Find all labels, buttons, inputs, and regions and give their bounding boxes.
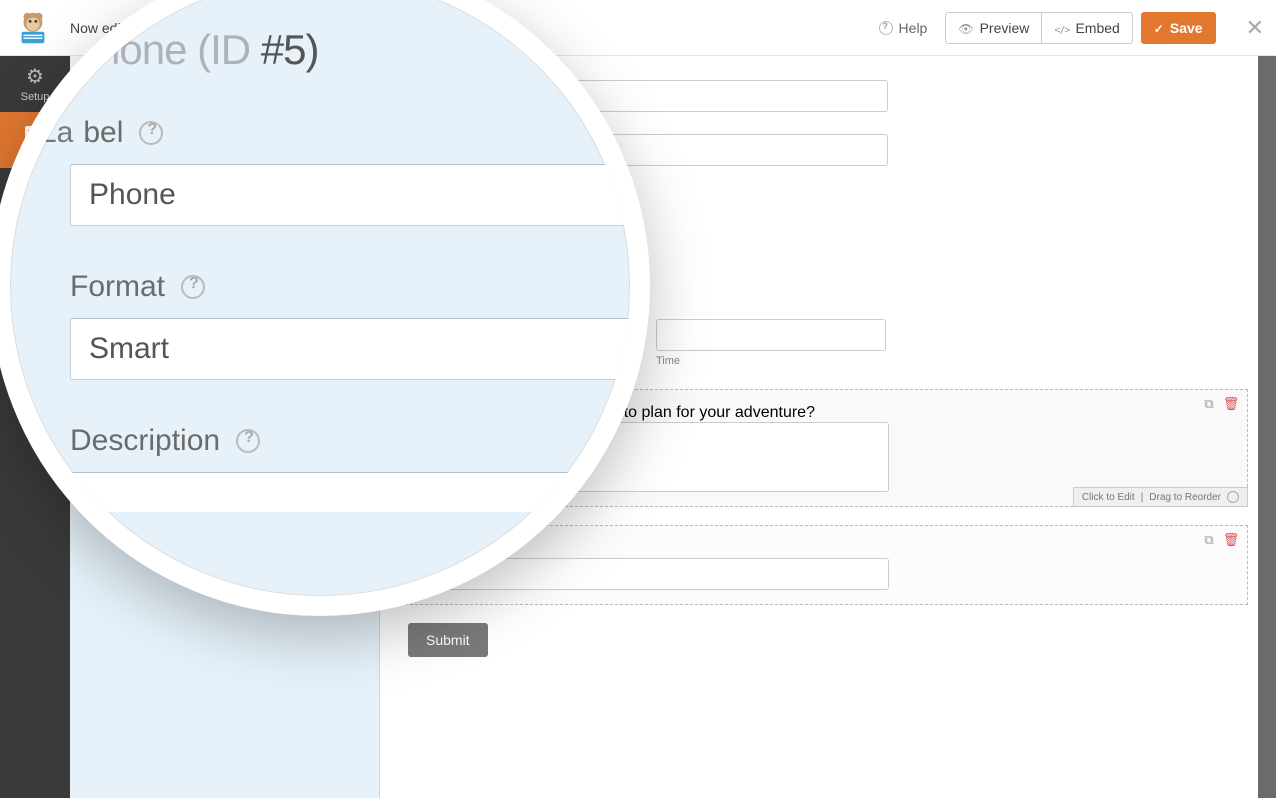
zoom-format-group: Format Smart (70, 270, 630, 380)
close-icon[interactable]: ✕ (1246, 15, 1264, 41)
label-input[interactable]: Phone (70, 164, 630, 226)
row-hint: Click to Edit | Drag to Reorder (1073, 487, 1248, 507)
gear-icon (24, 66, 46, 88)
topbar-actions: Help Preview Embed Save ✕ (869, 12, 1264, 44)
zoom-description-group: Description (70, 424, 630, 512)
delete-icon[interactable]: 🗑 (1223, 396, 1239, 412)
delete-icon[interactable]: 🗑 (1223, 532, 1239, 548)
zoom-field-id: Phone (ID #5) (70, 26, 630, 74)
zoom-lens: Phone (ID #5) Label Phone Format Smart D… (0, 0, 650, 616)
duplicate-icon[interactable]: ⧉ (1201, 532, 1217, 548)
check-icon (1154, 20, 1164, 36)
help-icon[interactable] (139, 121, 163, 145)
duplicate-icon[interactable]: ⧉ (1201, 396, 1217, 412)
app-logo (12, 9, 54, 47)
submit-button[interactable]: Submit (408, 623, 488, 657)
help-icon[interactable] (236, 429, 260, 453)
embed-button[interactable]: Embed (1041, 12, 1132, 44)
reorder-handle-icon[interactable] (1227, 491, 1239, 503)
description-input[interactable] (70, 472, 630, 512)
zoom-label-group: Label Phone (70, 116, 630, 226)
save-button[interactable]: Save (1141, 12, 1216, 44)
format-select[interactable]: Smart (70, 318, 630, 380)
help-link[interactable]: Help (869, 20, 938, 36)
code-icon (1054, 20, 1069, 36)
eye-icon (958, 20, 973, 36)
preview-button[interactable]: Preview (945, 12, 1041, 44)
help-icon (879, 21, 893, 35)
help-icon[interactable] (181, 275, 205, 299)
